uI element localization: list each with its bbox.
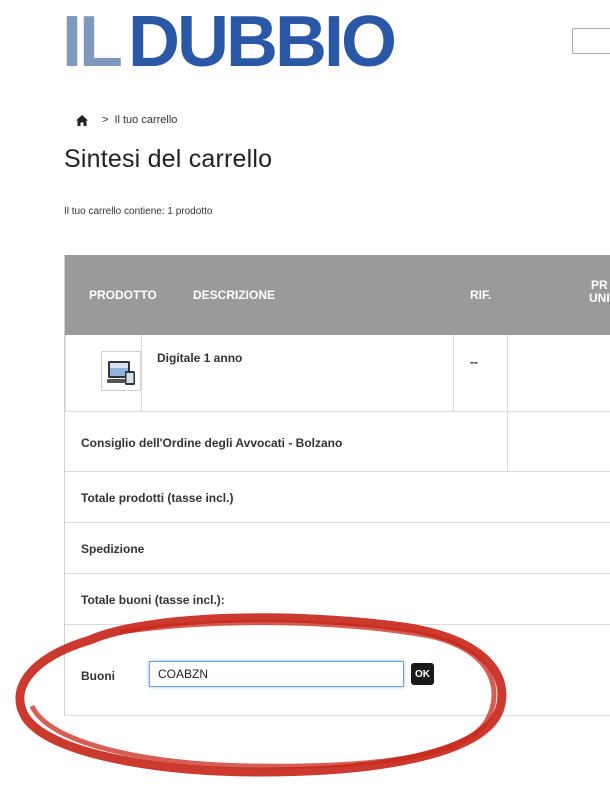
table-row: Totale buoni (tasse incl.):	[65, 574, 610, 625]
shipping-label: Spedizione	[81, 542, 145, 556]
cart-table: PRODOTTO DESCRIZIONE RIF. PR UNI Digital…	[64, 255, 610, 716]
logo-il: IL	[62, 2, 123, 82]
table-row: Digitale 1 anno --	[65, 335, 610, 412]
product-ref: --	[470, 355, 478, 369]
voucher-description: Consiglio dell'Ordine degli Avvocati - B…	[81, 436, 343, 450]
header-prodotto: PRODOTTO	[89, 288, 157, 302]
cell-divider	[453, 335, 454, 411]
header-search-input[interactable]	[572, 28, 610, 54]
product-name[interactable]: Digitale 1 anno	[157, 351, 242, 365]
site-logo[interactable]: IL DUBBIO	[62, 2, 397, 82]
breadcrumb-current: Il tuo carrello	[114, 114, 178, 126]
page-title: Sintesi del carrello	[64, 145, 273, 173]
ok-button[interactable]: OK	[411, 663, 434, 685]
voucher-code-input[interactable]	[149, 661, 404, 687]
product-thumbnail[interactable]	[101, 351, 141, 391]
cell-divider	[507, 412, 508, 471]
table-row: Spedizione	[65, 523, 610, 574]
voucher-form: Buoni OK	[65, 625, 610, 716]
digital-devices-icon	[107, 361, 135, 385]
cell-divider	[65, 335, 66, 411]
header-prezzo-line1: PR	[591, 278, 608, 292]
table-row: Consiglio dell'Ordine degli Avvocati - B…	[65, 412, 610, 472]
header-rif: RIF.	[470, 288, 492, 302]
cell-divider	[141, 335, 142, 411]
total-products-label: Totale prodotti (tasse incl.)	[81, 491, 234, 505]
header-descrizione: DESCRIZIONE	[193, 288, 276, 302]
table-row: Totale prodotti (tasse incl.)	[65, 472, 610, 523]
breadcrumb-separator: >	[102, 114, 109, 126]
home-icon[interactable]	[76, 114, 88, 126]
header-prezzo-unitario: PR UNI	[589, 279, 610, 305]
cell-divider	[507, 335, 508, 411]
breadcrumb: > Il tuo carrello	[76, 114, 177, 126]
logo-dubbio: DUBBIO	[127, 2, 397, 82]
header-prezzo-line2: UNI	[589, 291, 610, 305]
cart-table-header: PRODOTTO DESCRIZIONE RIF. PR UNI	[65, 255, 610, 335]
total-vouchers-label: Totale buoni (tasse incl.):	[81, 593, 225, 607]
buoni-label: Buoni	[81, 669, 115, 683]
cart-summary: Il tuo carrello contiene: 1 prodotto	[64, 206, 213, 217]
